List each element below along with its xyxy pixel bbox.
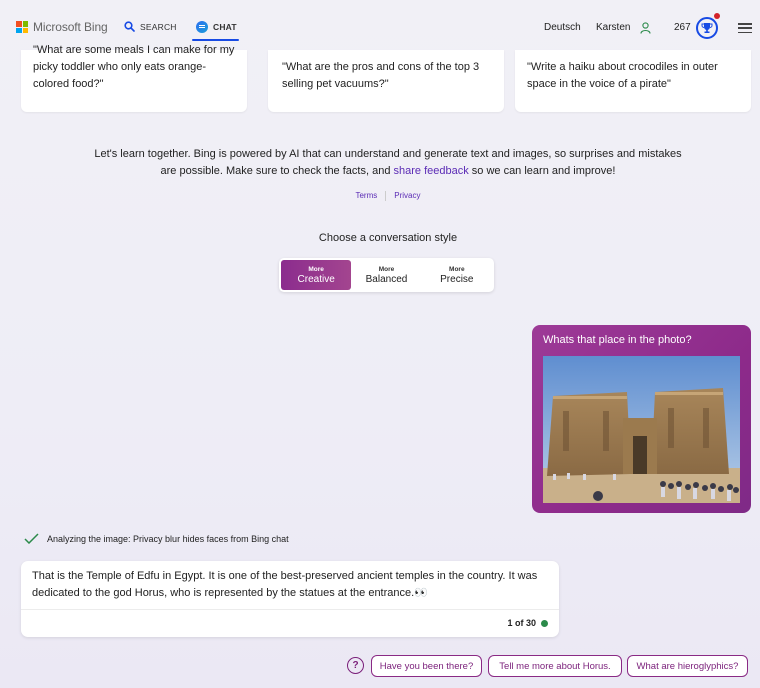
user-message-bubble: Whats that place in the photo? [532,325,751,513]
conversation-style-picker: More Creative More Balanced More Precise [279,258,494,292]
bot-response-text: That is the Temple of Edfu in Egypt. It … [32,570,538,599]
suggestion-card[interactable]: "What are some meals I can make for my p… [21,44,247,112]
followup-suggestion-button[interactable]: Tell me more about Horus. [488,655,622,677]
share-feedback-link[interactable]: share feedback [394,165,469,177]
language-link[interactable]: Deutsch [544,22,581,33]
style-creative-button[interactable]: More Creative [281,260,352,290]
chat-icon [196,21,208,33]
user-message-text: Whats that place in the photo? [543,334,692,346]
trophy-icon [701,23,713,33]
logo-text: Microsoft Bing [33,20,108,34]
status-dot-icon [541,619,548,627]
microsoft-logo-icon [16,21,28,33]
tab-search[interactable]: SEARCH [124,21,177,32]
terms-link[interactable]: Terms [355,191,377,200]
style-option-prefix: More [378,265,395,273]
privacy-link[interactable]: Privacy [394,191,420,200]
tab-search-label: SEARCH [140,21,177,32]
user-icon[interactable] [640,22,651,34]
followup-suggestion-button[interactable]: Have you been there? [371,655,482,677]
suggestion-card[interactable]: "Write a haiku about crocodiles in outer… [515,50,751,112]
active-tab-indicator [192,39,239,41]
style-option-prefix: More [308,265,324,273]
style-option-label: Precise [440,273,474,285]
tab-chat-label: CHAT [213,22,237,32]
analysis-status-text: Analyzing the image: Privacy blur hides … [47,533,289,544]
style-balanced-button[interactable]: More Balanced [351,260,421,290]
conversation-style-title: Choose a conversation style [318,232,458,244]
divider [21,609,559,610]
tab-chat[interactable]: CHAT [196,21,237,33]
bing-logo[interactable]: Microsoft Bing [16,20,108,34]
style-precise-button[interactable]: More Precise [422,260,492,290]
reward-points[interactable]: 267 [674,22,691,33]
suggestion-card[interactable]: "What are the pros and cons of the top 3… [268,50,504,112]
rewards-trophy-icon[interactable] [696,17,718,39]
style-option-prefix: More [449,265,465,273]
turn-counter: 1 of 30 [507,618,548,628]
image-analysis-status: Analyzing the image: Privacy blur hides … [24,533,289,544]
followup-suggestion-button[interactable]: What are hieroglyphics? [627,655,748,677]
user-name[interactable]: Karsten [596,22,630,33]
hamburger-menu-icon[interactable] [738,23,752,33]
notification-dot [714,13,720,19]
search-icon [124,21,135,32]
suggestion-text: "What are some meals I can make for my p… [33,44,235,90]
turn-count-text: 1 of 30 [507,618,536,628]
uploaded-photo-temple[interactable] [543,356,740,503]
suggestion-text: "Write a haiku about crocodiles in outer… [527,61,718,90]
suggestion-text: "What are the pros and cons of the top 3… [282,61,480,90]
help-question-icon[interactable]: ? [347,657,364,674]
style-option-label: Creative [297,273,335,285]
bot-response-card: That is the Temple of Edfu in Egypt. It … [21,561,559,637]
ai-disclaimer: Let's learn together. Bing is powered by… [90,146,686,180]
checkmark-icon [24,533,39,544]
style-option-label: Balanced [365,273,408,285]
legal-links: Terms Privacy [0,191,760,201]
disclaimer-text-end: so we can learn and improve! [468,165,616,177]
temple-photo [543,356,740,503]
